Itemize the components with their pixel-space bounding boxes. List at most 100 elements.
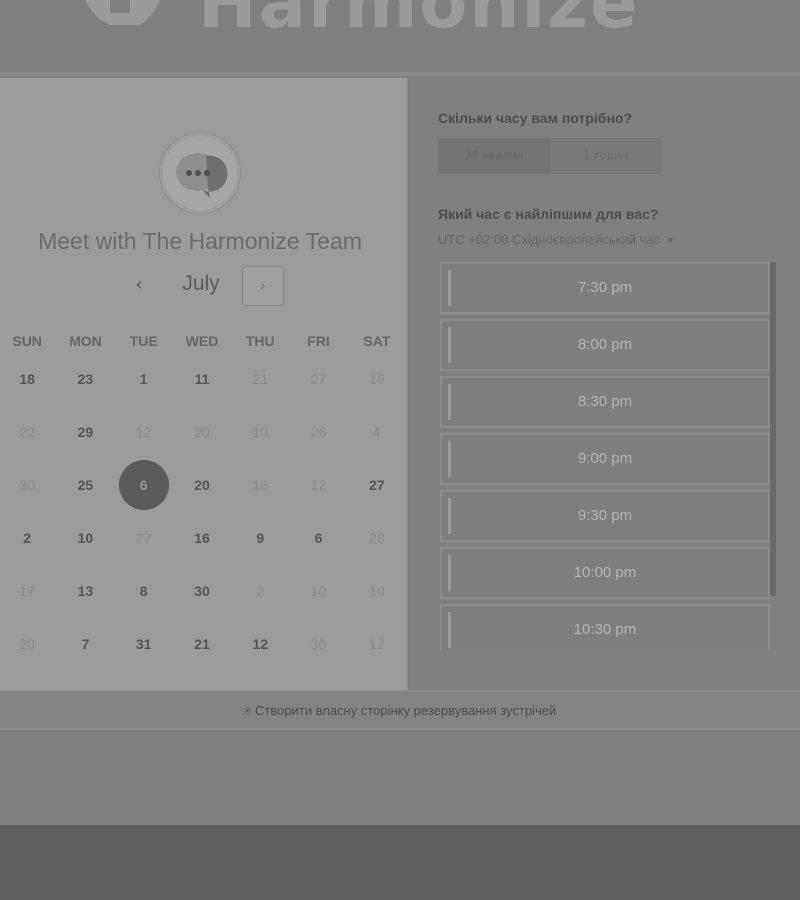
calendar-day[interactable]: 1: [115, 352, 173, 405]
calendar-day[interactable]: 12: [231, 617, 289, 670]
calendar-week-row: 17 13 8 30 2 10 10: [0, 564, 406, 617]
calendar-day: 20: [0, 617, 56, 670]
duration-option[interactable]: 1 годин: [549, 139, 662, 173]
footer-bar: ⍟ Створити власну сторінку резервування з…: [0, 690, 800, 730]
calendar-day-number: 18: [19, 370, 35, 387]
weekday-label: MON: [69, 333, 102, 349]
create-booking-page-link[interactable]: ⍟ Створити власну сторінку резервування з…: [0, 703, 800, 719]
brand-header: Harmonize: [70, 0, 640, 44]
time-slot-button[interactable]: 7:30 pm: [440, 262, 770, 314]
calendar-day-number: 25: [77, 476, 94, 493]
calendar-day-number: 23: [77, 370, 94, 387]
page: Harmonize Meet with The Harmonize Team ‹…: [0, 0, 800, 825]
calendar-day-number: 8: [139, 582, 148, 599]
calendar-day[interactable]: 6: [289, 511, 347, 564]
time-slot-button[interactable]: 10:30 pm: [440, 604, 770, 650]
chevron-down-icon: ▼: [665, 234, 675, 245]
calendar-day-number: 30: [310, 635, 327, 652]
calendar-day: 22: [0, 405, 56, 458]
calendar-day[interactable]: 27: [348, 458, 406, 511]
time-slot-list: 7:30 pm 8:00 pm 8:30 pm 9:00 pm 9:30 pm 10:00…: [440, 262, 770, 650]
calendar-day-number: 20: [19, 635, 35, 652]
calendar-day-number: 30: [19, 476, 35, 493]
calendar-day[interactable]: 9: [231, 511, 289, 564]
calendar-day: 12: [289, 458, 347, 511]
calendar-body: 18 23 1 11 21 27 16 22 29 12 20 10 26 4 30 25 6 20 16 12 27 2…: [0, 352, 406, 670]
calendar-day[interactable]: 10: [56, 511, 114, 564]
calendar-day: 16: [231, 458, 289, 511]
calendar-day-number: 11: [194, 370, 210, 387]
weekday-label: THU: [245, 333, 275, 349]
calendar-day-number: 17: [369, 635, 385, 652]
weekday-label: TUE: [129, 333, 158, 349]
calendar-day[interactable]: 16: [173, 511, 231, 564]
calendar-day[interactable]: 18: [0, 352, 56, 405]
calendar-day: 27: [115, 511, 173, 564]
calendar-day-number: 10: [310, 582, 327, 599]
next-month-button[interactable]: ›: [242, 266, 284, 306]
calendar-day-number: 20: [194, 423, 210, 440]
calendar-day[interactable]: 8: [115, 564, 173, 617]
duration-question: Скільки часу вам потрібно?: [438, 110, 633, 126]
calendar-day[interactable]: 29: [56, 405, 114, 458]
calendar-day-number: 31: [135, 635, 152, 652]
create-booking-page-label: Створити власну сторінку резервування зу…: [254, 703, 557, 718]
month-label: July: [182, 272, 220, 295]
calendar-day-number: 10: [369, 582, 385, 599]
calendar-day: 4: [348, 405, 406, 458]
calendar-day-number: 7: [81, 635, 90, 652]
time-slot-button[interactable]: 9:30 pm: [440, 490, 770, 542]
calendar-day-number: 30: [194, 582, 210, 599]
calendar-day-number: 1: [139, 370, 148, 387]
calendar-day: 10: [348, 564, 406, 617]
calendar-day-number: 4: [372, 423, 381, 440]
weekday-label: SAT: [363, 333, 391, 349]
chat-bubble-dots-icon: [160, 133, 240, 213]
calendar-day-number: 27: [369, 476, 385, 493]
calendar-day[interactable]: 7: [56, 617, 114, 670]
calendar-day[interactable]: 13: [56, 564, 114, 617]
time-slot-button[interactable]: 10:00 pm: [440, 547, 770, 599]
calendar-day-number: 10: [252, 423, 269, 440]
calendar-week-row: 22 29 12 20 10 26 4: [0, 405, 406, 458]
calendar-day[interactable]: 31: [115, 617, 173, 670]
calendar-day[interactable]: 25: [56, 458, 114, 511]
duration-option[interactable]: 30 хвилин: [439, 139, 550, 173]
calendar-day-selected[interactable]: 6: [115, 458, 173, 511]
calendar-day-number: 27: [135, 529, 152, 546]
harmonize-small-icon: ⍟: [243, 704, 251, 718]
time-slot-scrollbar[interactable]: [770, 262, 776, 596]
calendar-day-number: 21: [252, 370, 269, 387]
weekday-header-row: SUN MON TUE WED THU FRI SAT: [0, 330, 406, 352]
time-slot-button[interactable]: 9:00 pm: [440, 433, 770, 485]
calendar-day[interactable]: 2: [0, 511, 56, 564]
calendar-day-number: 10: [77, 529, 94, 546]
calendar-day[interactable]: 11: [173, 352, 231, 405]
calendar-day-number: 6: [118, 459, 169, 510]
calendar-week-row: 30 25 6 20 16 12 27: [0, 458, 406, 511]
brand-name: Harmonize: [198, 0, 640, 44]
calendar-day: 21: [231, 352, 289, 405]
calendar-day-number: 9: [256, 529, 265, 546]
calendar-day[interactable]: 21: [173, 617, 231, 670]
calendar-day: 12: [115, 405, 173, 458]
booking-panel: Скільки часу вам потрібно? 30 хвилин 1 го…: [410, 78, 800, 690]
calendar-day-number: 27: [310, 370, 327, 387]
calendar-day-number: 16: [194, 529, 210, 546]
timezone-select[interactable]: UTC +02:00 Східноєвропейський час ▼: [438, 232, 675, 247]
time-slot-button[interactable]: 8:00 pm: [440, 319, 770, 371]
month-navigation: ‹ July ›: [120, 266, 290, 306]
calendar-day[interactable]: 20: [173, 458, 231, 511]
prev-month-button[interactable]: ‹: [126, 272, 152, 298]
weekday-label: SUN: [12, 333, 42, 349]
calendar-day-number: 29: [77, 423, 94, 440]
time-slot-button[interactable]: 8:30 pm: [440, 376, 770, 428]
calendar-day[interactable]: 30: [173, 564, 231, 617]
weekday-label: WED: [185, 333, 219, 349]
calendar-day[interactable]: 23: [56, 352, 114, 405]
calendar-day-number: 2: [256, 582, 265, 599]
time-question: Який час є найліпшим для вас?: [438, 206, 659, 222]
meeting-title: Meet with The Harmonize Team: [38, 228, 362, 254]
calendar-day: 10: [289, 564, 347, 617]
calendar-day: 27: [289, 352, 347, 405]
